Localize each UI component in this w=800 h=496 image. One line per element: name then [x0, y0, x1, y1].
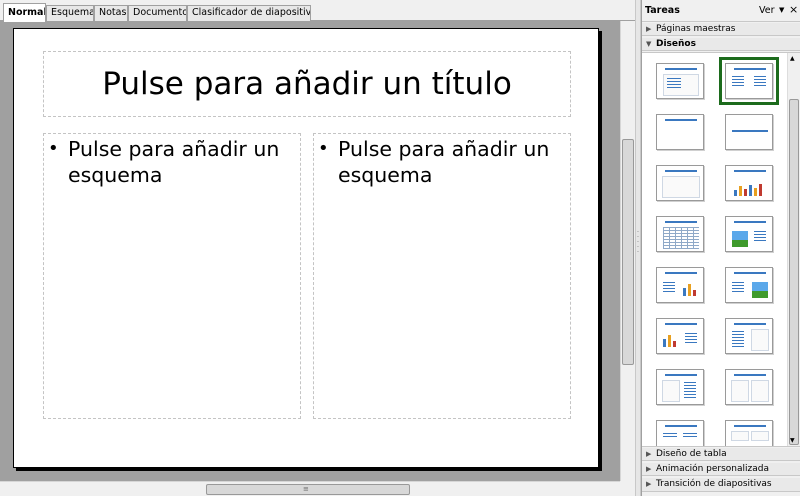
layout-title-content-box[interactable] — [656, 165, 704, 201]
layout-title-text-obj[interactable] — [725, 369, 773, 405]
section-label: Páginas maestras — [656, 24, 736, 34]
section-master-pages[interactable]: ▶ Páginas maestras — [642, 23, 800, 36]
layout-gallery-scrollbar[interactable]: ▲ ▼ — [787, 53, 800, 446]
layout-title-2-content[interactable] — [719, 57, 779, 105]
section-label: Diseño de tabla — [656, 449, 727, 459]
task-pane-title: Tareas — [645, 5, 680, 16]
layout-title-chart[interactable] — [725, 165, 773, 201]
section-custom-animation[interactable]: ▶ Animación personalizada — [642, 463, 800, 476]
section-slide-transition[interactable]: ▶ Transición de diapositivas — [642, 478, 800, 492]
scroll-up-icon[interactable]: ▲ — [790, 55, 795, 62]
section-label: Diseños — [656, 39, 696, 49]
layout-title-text-chart[interactable] — [656, 267, 704, 303]
chevron-down-icon[interactable]: ▼ — [779, 6, 784, 14]
left-outline-text: Pulse para añadir un esquema — [68, 137, 280, 187]
impress-window: Normal Esquema Notas Documento Clasifica… — [0, 0, 800, 496]
left-outline-placeholder[interactable]: • Pulse para añadir un esquema — [43, 133, 301, 419]
section-label: Animación personalizada — [656, 464, 769, 474]
tab-documento[interactable]: Documento — [128, 5, 187, 21]
tab-normal[interactable]: Normal — [3, 3, 46, 22]
layout-title-4-objects[interactable] — [656, 420, 704, 446]
layout-title-clipart-text[interactable] — [725, 216, 773, 252]
layout-title-only[interactable] — [656, 114, 704, 150]
expand-arrow-icon: ▶ — [646, 465, 652, 473]
layout-title-text-clipart[interactable] — [725, 267, 773, 303]
task-pane-header: Tareas Ver ▼ × — [642, 0, 800, 22]
layout-title-content[interactable] — [656, 63, 704, 99]
splitter-grip-icon: · · · · · — [636, 228, 640, 256]
scroll-down-icon[interactable]: ▼ — [790, 437, 795, 444]
bullet: • — [48, 138, 59, 159]
task-pane: Tareas Ver ▼ × ▶ Páginas maestras ▼ Dise… — [641, 0, 800, 496]
slide-editor: Pulse para añadir un título • Pulse para… — [0, 21, 620, 481]
layout-gallery: ▲ ▼ — [642, 52, 800, 447]
view-tab-bar: Normal Esquema Notas Documento Clasifica… — [0, 0, 636, 22]
section-label: Transición de diapositivas — [656, 479, 772, 489]
slide-canvas[interactable]: Pulse para añadir un título • Pulse para… — [13, 28, 599, 468]
right-outline-placeholder[interactable]: • Pulse para añadir un esquema — [313, 133, 571, 419]
scroll-grip-icon: ≡ — [303, 485, 309, 493]
title-placeholder[interactable]: Pulse para añadir un título — [43, 51, 571, 117]
layout-title-2col-text[interactable] — [656, 369, 704, 405]
expand-arrow-icon: ▶ — [646, 25, 652, 33]
layout-title-chart-text[interactable] — [656, 318, 704, 354]
editor-horizontal-scrollbar[interactable]: ≡ — [0, 481, 620, 496]
editor-vertical-scrollbar[interactable] — [620, 21, 635, 481]
expand-arrow-icon: ▶ — [646, 480, 652, 488]
view-menu-button[interactable]: Ver — [759, 5, 775, 16]
bullet: • — [318, 138, 329, 159]
tab-clasificador-de-diapositivas[interactable]: Clasificador de diapositivas — [187, 5, 311, 21]
editor-horizontal-scroll-thumb[interactable]: ≡ — [206, 484, 410, 495]
layout-gallery-scroll-thumb[interactable] — [789, 99, 799, 445]
section-layouts[interactable]: ▼ Diseños — [642, 38, 800, 51]
tab-esquema[interactable]: Esquema — [46, 5, 94, 21]
expand-arrow-icon: ▶ — [646, 450, 652, 458]
title-placeholder-text: Pulse para añadir un título — [102, 66, 512, 102]
editor-vertical-scroll-thumb[interactable] — [622, 139, 634, 365]
layout-title-table[interactable] — [656, 216, 704, 252]
right-outline-text: Pulse para añadir un esquema — [338, 137, 550, 187]
collapse-arrow-icon: ▼ — [646, 40, 652, 48]
close-icon[interactable]: × — [789, 3, 798, 16]
tab-notas[interactable]: Notas — [94, 5, 128, 21]
section-table-design[interactable]: ▶ Diseño de tabla — [642, 448, 800, 461]
layout-centered-text[interactable] — [725, 114, 773, 150]
layout-title-text-2col[interactable] — [725, 318, 773, 354]
layout-title-6-objects[interactable] — [725, 420, 773, 446]
